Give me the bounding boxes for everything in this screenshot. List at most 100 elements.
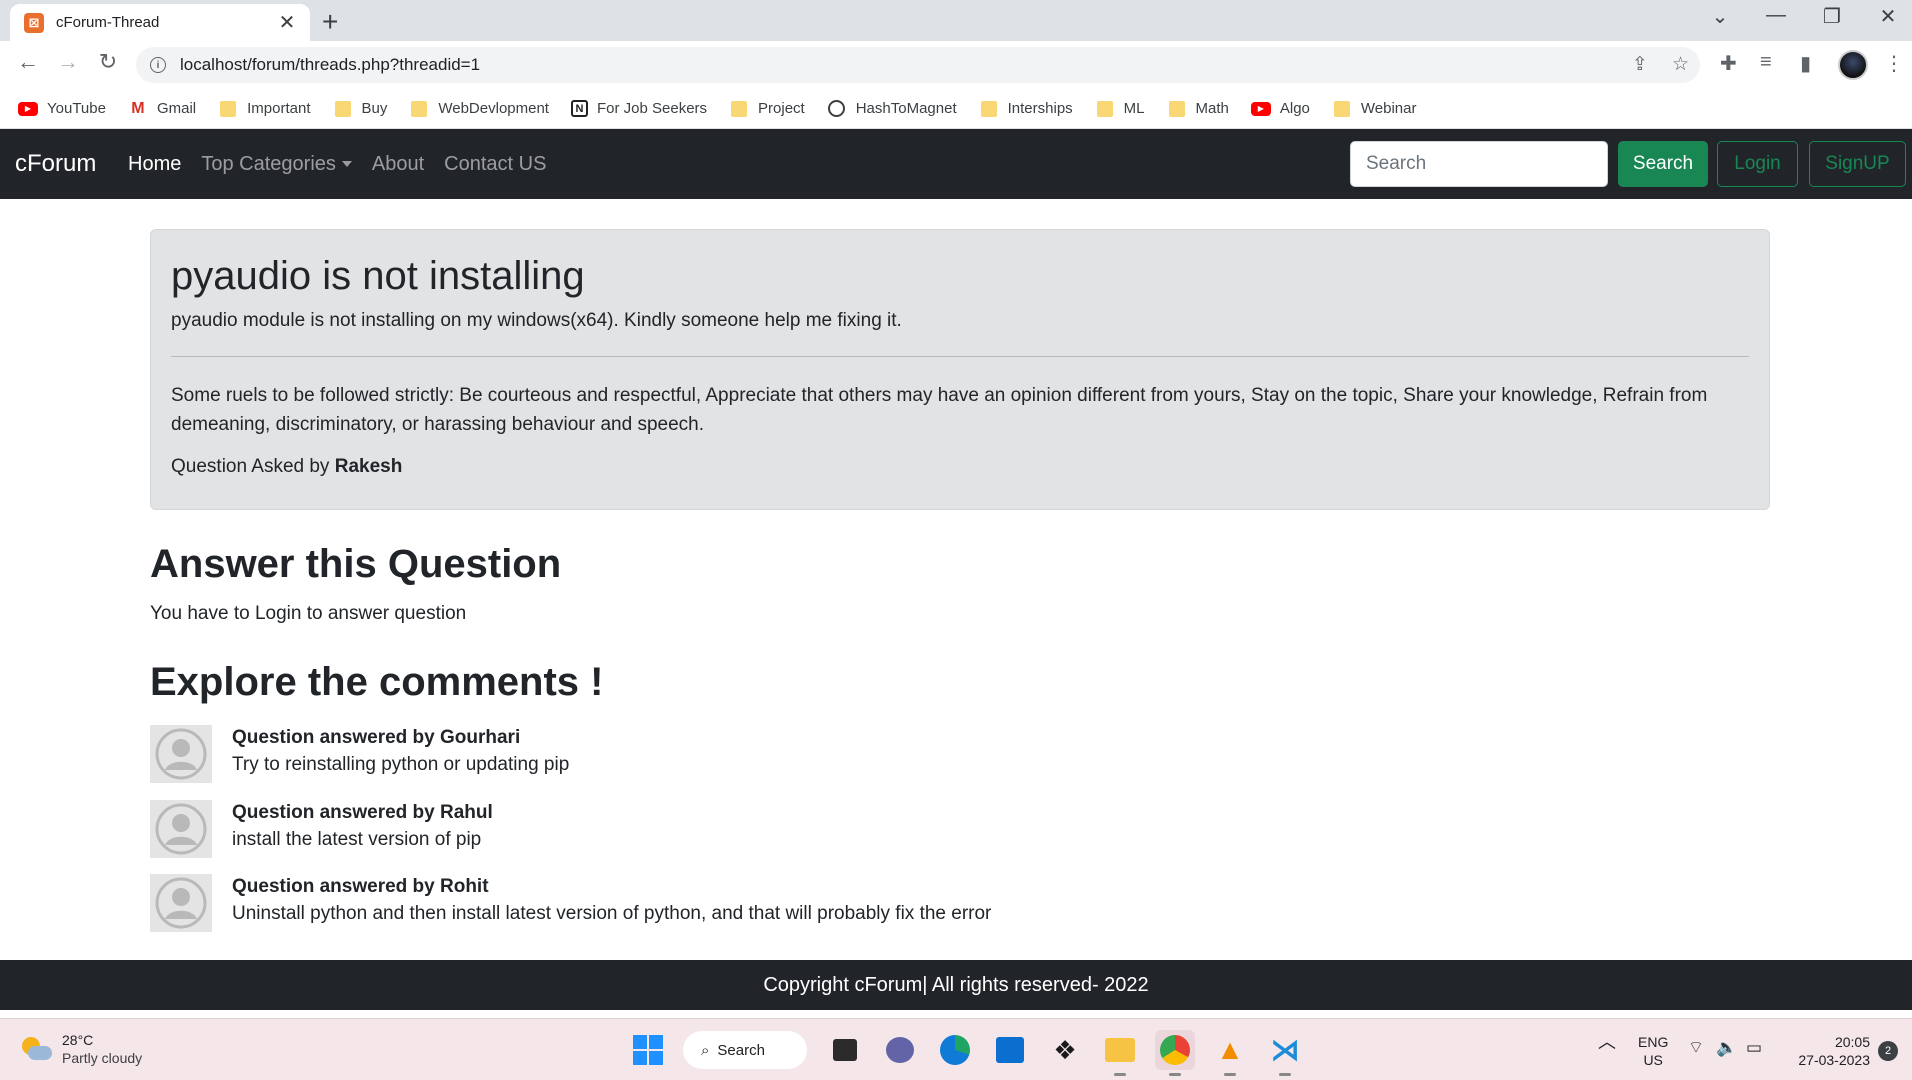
- comment-item: Question answered by Rohit Uninstall pyt…: [150, 874, 1350, 932]
- comment-text: Uninstall python and then install latest…: [232, 903, 992, 924]
- site-navbar: cForum Home Top Categories About Contact…: [0, 129, 1912, 199]
- nav-top-categories-dropdown[interactable]: Top Categories: [201, 153, 352, 176]
- bookmark-project[interactable]: Project: [729, 100, 805, 117]
- thread-title: pyaudio is not installing: [171, 254, 585, 298]
- asker-name: Rakesh: [334, 455, 403, 477]
- bookmark-youtube[interactable]: ▶ YouTube: [18, 100, 106, 117]
- media-controls-icon[interactable]: ≡: [1760, 51, 1772, 74]
- weather-description: Partly cloudy: [62, 1050, 143, 1066]
- extensions-puzzle-icon[interactable]: ✚: [1720, 51, 1737, 76]
- folder-icon: [1333, 100, 1350, 117]
- login-button[interactable]: Login: [1717, 141, 1798, 187]
- folder-icon: [1168, 100, 1185, 117]
- bookmark-algo[interactable]: ▶ Algo: [1250, 100, 1310, 117]
- bookmark-for-job-seekers[interactable]: N For Job Seekers: [570, 100, 707, 117]
- comment-text: install the latest version of pip: [232, 829, 482, 850]
- browser-toolbar: ← → ↻ i localhost/forum/threads.php?thre…: [0, 41, 1912, 89]
- nav-links: Home Top Categories About Contact US: [128, 153, 566, 176]
- dropbox-icon[interactable]: ❖: [1045, 1030, 1085, 1070]
- partly-cloudy-icon: [20, 1035, 52, 1063]
- signup-button[interactable]: SignUP: [1809, 141, 1906, 187]
- microsoft-store-icon[interactable]: [990, 1030, 1030, 1070]
- bookmark-buy[interactable]: Buy: [333, 100, 387, 117]
- nav-home[interactable]: Home: [128, 153, 181, 176]
- comment-item: Question answered by Rahul install the l…: [150, 800, 1350, 858]
- new-tab-icon[interactable]: +: [322, 6, 338, 38]
- folder-icon: [731, 100, 748, 117]
- bookmark-star-icon[interactable]: ☆: [1672, 47, 1689, 83]
- kebab-menu-icon[interactable]: ⋮: [1884, 51, 1904, 76]
- vscode-icon[interactable]: ⋊: [1265, 1030, 1305, 1076]
- notification-badge[interactable]: 2: [1878, 1041, 1898, 1061]
- caret-down-icon: [341, 161, 352, 168]
- taskbar-search-button[interactable]: ⌕ Search: [683, 1031, 807, 1069]
- volume-icon[interactable]: 🔈: [1716, 1039, 1737, 1057]
- close-window-icon[interactable]: ✕: [1868, 4, 1908, 29]
- copyright-text: Copyright cForum| All rights reserved- 2…: [763, 973, 1149, 996]
- youtube-icon: ▶: [1250, 101, 1271, 116]
- bookmark-important[interactable]: Important: [218, 100, 311, 117]
- bookmark-interships[interactable]: Interships: [979, 100, 1073, 117]
- file-explorer-icon[interactable]: [1100, 1030, 1140, 1076]
- folder-icon: [411, 100, 428, 117]
- bookmarks-bar: ▶ YouTube M Gmail Important Buy WebDevlopm…: [0, 89, 1912, 129]
- user-avatar-icon: [150, 725, 212, 783]
- comment-text: Try to reinstalling python or updating p…: [232, 754, 570, 775]
- restore-icon[interactable]: ❐: [1812, 4, 1852, 29]
- bookmark-hashtomagnet[interactable]: HashToMagnet: [827, 100, 957, 117]
- bookmark-gmail[interactable]: M Gmail: [128, 100, 196, 118]
- bookmark-webinar[interactable]: Webinar: [1332, 100, 1417, 117]
- battery-icon[interactable]: ▭: [1746, 1039, 1762, 1057]
- nav-about[interactable]: About: [372, 153, 424, 176]
- site-info-icon[interactable]: i: [150, 57, 166, 73]
- comments-heading: Explore the comments !: [150, 660, 604, 704]
- task-view-icon[interactable]: [825, 1030, 865, 1070]
- share-icon[interactable]: ⇪: [1632, 47, 1648, 83]
- bookmark-webdevlopment[interactable]: WebDevlopment: [409, 100, 549, 117]
- nav-contact-us[interactable]: Contact US: [444, 153, 546, 176]
- asked-by-line: Question Asked by Rakesh: [171, 455, 403, 477]
- chrome-icon[interactable]: [1155, 1030, 1195, 1076]
- search-input[interactable]: [1350, 141, 1608, 187]
- comment-author: Question answered by Rahul: [232, 802, 493, 823]
- language-indicator[interactable]: ENG US: [1638, 1033, 1668, 1069]
- weather-widget[interactable]: 28°C Partly cloudy: [20, 1031, 142, 1067]
- minimize-icon[interactable]: —: [1756, 4, 1796, 27]
- side-panel-icon[interactable]: ▮: [1800, 51, 1811, 76]
- reload-icon[interactable]: ↻: [92, 49, 124, 75]
- forward-arrow-icon[interactable]: →: [52, 49, 84, 75]
- tab-search-chevron-icon[interactable]: ⌄: [1700, 4, 1740, 29]
- bookmark-math[interactable]: Math: [1167, 100, 1229, 117]
- wifi-icon[interactable]: ⌔: [1688, 1039, 1704, 1057]
- show-hidden-icons-chevron-icon[interactable]: ︿: [1598, 1033, 1616, 1051]
- comment-author: Question answered by Gourhari: [232, 727, 521, 748]
- browser-tab[interactable]: ⊠ cForum-Thread ✕: [10, 4, 310, 41]
- back-arrow-icon[interactable]: ←: [12, 49, 44, 75]
- temperature: 28°C: [62, 1032, 94, 1048]
- clock[interactable]: 20:05 27-03-2023: [1786, 1033, 1870, 1069]
- edge-browser-icon[interactable]: [935, 1030, 975, 1070]
- brand-logo[interactable]: cForum: [15, 150, 96, 178]
- forum-rules: Some ruels to be followed strictly: Be c…: [171, 385, 1708, 436]
- windows-start-icon[interactable]: [628, 1030, 668, 1070]
- vlc-icon[interactable]: ▲: [1210, 1030, 1250, 1076]
- bookmark-ml[interactable]: ML: [1095, 100, 1145, 117]
- thread-question-card: pyaudio is not installing pyaudio module…: [150, 229, 1770, 510]
- browser-tab-strip: ⊠ cForum-Thread ✕ + ⌄ — ❐ ✕: [0, 0, 1912, 41]
- notion-icon: N: [570, 100, 588, 117]
- folder-icon: [220, 100, 237, 117]
- search-button[interactable]: Search: [1618, 141, 1708, 187]
- close-tab-icon[interactable]: ✕: [276, 10, 298, 35]
- comment-item: Question answered by Gourhari Try to rei…: [150, 725, 1350, 783]
- login-to-answer-note: You have to Login to answer question: [150, 603, 467, 624]
- youtube-icon: ▶: [18, 101, 38, 116]
- address-bar[interactable]: i localhost/forum/threads.php?threadid=1…: [136, 47, 1700, 83]
- teams-chat-icon[interactable]: [880, 1030, 920, 1070]
- xampp-favicon-icon: ⊠: [24, 12, 44, 33]
- url-text[interactable]: localhost/forum/threads.php?threadid=1: [180, 55, 480, 75]
- folder-icon: [334, 100, 351, 117]
- profile-avatar[interactable]: [1838, 50, 1868, 80]
- user-avatar-icon: [150, 874, 212, 932]
- tab-title: cForum-Thread: [56, 14, 160, 31]
- user-avatar-icon: [150, 800, 212, 858]
